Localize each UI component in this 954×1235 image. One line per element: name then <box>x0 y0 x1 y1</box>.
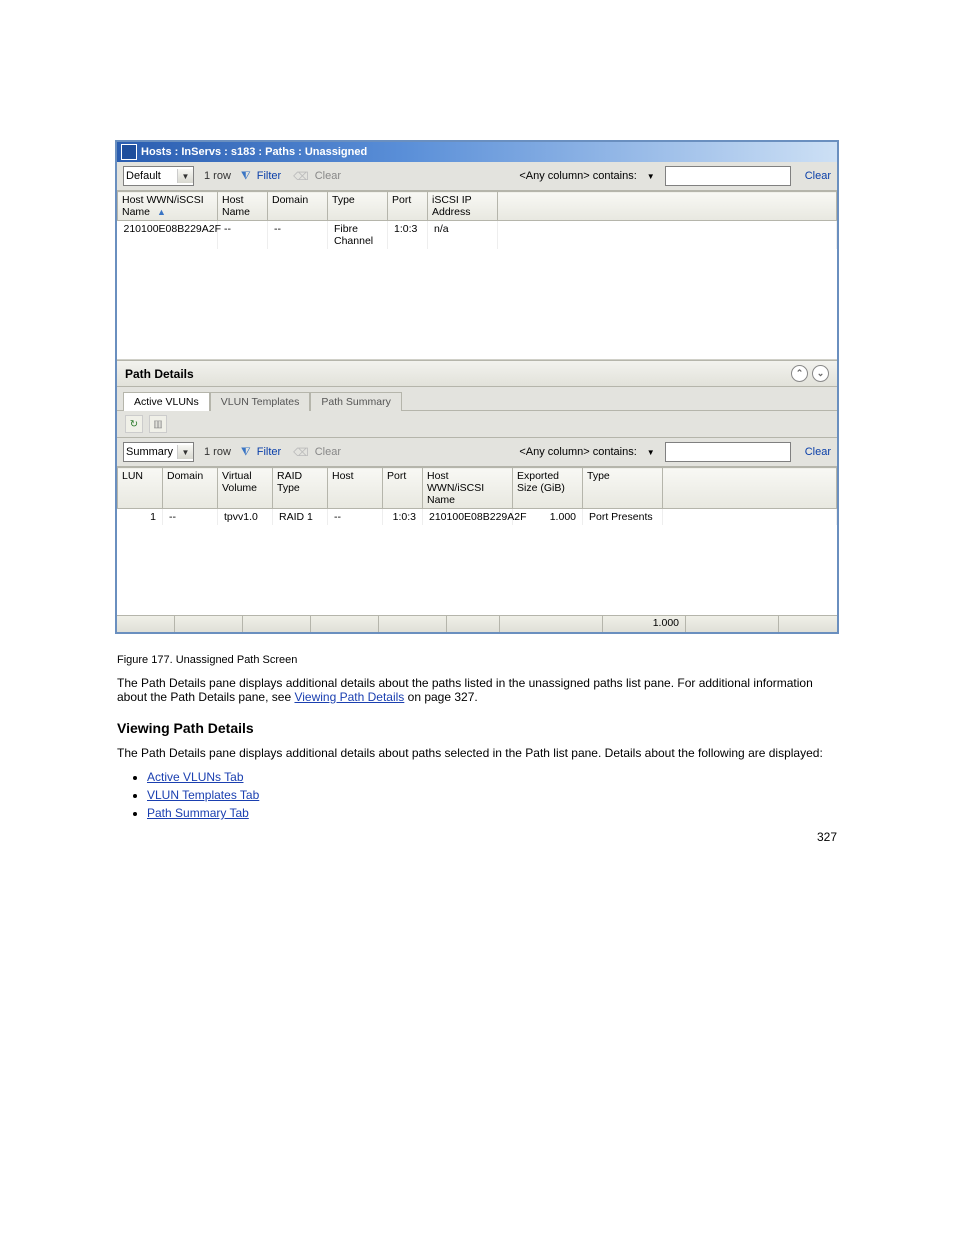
chevron-down-icon: ▼ <box>177 169 193 183</box>
page-number: 327 <box>117 830 837 844</box>
paths-table-body-space <box>117 249 837 360</box>
col-host-name[interactable]: Host Name <box>218 192 268 221</box>
figure-caption: Figure 177. Unassigned Path Screen <box>117 654 837 666</box>
list-item: Path Summary Tab <box>147 806 837 820</box>
section-heading: Viewing Path Details <box>117 720 837 736</box>
col-iscsi-ip[interactable]: iSCSI IP Address <box>428 192 498 221</box>
link-active-vluns-tab[interactable]: Active VLUNs Tab <box>147 770 244 784</box>
detail-tabs: Active VLUNs VLUN Templates Path Summary <box>117 387 837 411</box>
detail-row-count: 1 row <box>204 446 231 458</box>
clear-icon: ⌫ <box>293 446 309 459</box>
cell-lun: 1 <box>118 509 163 526</box>
detail-filter-link[interactable]: Filter <box>257 446 281 458</box>
cell-host-wwn: 210100E08B229A2F <box>118 221 218 250</box>
col-domain[interactable]: Domain <box>268 192 328 221</box>
cell-iscsi-ip: n/a <box>428 221 498 250</box>
path-details-header: Path Details ⌃ ⌄ <box>117 360 837 387</box>
tab-path-summary[interactable]: Path Summary <box>310 392 401 411</box>
tab-active-vluns[interactable]: Active VLUNs <box>123 392 210 411</box>
cell-detail-port: 1:0:3 <box>383 509 423 526</box>
col-wwn[interactable]: Host WWN/iSCSI Name <box>423 468 513 509</box>
detail-view-select[interactable]: Summary ▼ <box>123 442 194 462</box>
cell-raid: RAID 1 <box>273 509 328 526</box>
detail-search-scope: <Any column> contains: <box>519 446 636 458</box>
chevron-down-icon[interactable]: ▼ <box>647 448 655 457</box>
cell-host: -- <box>328 509 383 526</box>
clear-link[interactable]: Clear <box>315 170 341 182</box>
col-type[interactable]: Type <box>328 192 388 221</box>
table-row[interactable]: 1 -- tpvv1.0 RAID 1 -- 1:0:3 210100E08B2… <box>118 509 837 526</box>
table-row[interactable]: 210100E08B229A2F -- -- Fibre Channel 1:0… <box>118 221 837 250</box>
title-bar: Hosts : InServs : s183 : Paths : Unassig… <box>117 142 837 162</box>
view-select-value: Default <box>126 170 161 182</box>
cell-host-name: -- <box>218 221 268 250</box>
chevron-down-icon: ▼ <box>177 445 193 459</box>
cell-type: Fibre Channel <box>328 221 388 250</box>
detail-header-row: LUN Domain Virtual Volume RAID Type Host… <box>118 468 837 509</box>
expand-down-button[interactable]: ⌄ <box>812 365 829 382</box>
collapse-up-button[interactable]: ⌃ <box>791 365 808 382</box>
col-lun[interactable]: LUN <box>118 468 163 509</box>
row-count: 1 row <box>204 170 231 182</box>
col-port[interactable]: Port <box>388 192 428 221</box>
detail-search-clear[interactable]: Clear <box>805 446 831 458</box>
link-path-summary-tab[interactable]: Path Summary Tab <box>147 806 249 820</box>
col-host[interactable]: Host <box>328 468 383 509</box>
detail-clear-link[interactable]: Clear <box>315 446 341 458</box>
tab-vlun-templates[interactable]: VLUN Templates <box>210 392 311 411</box>
link-vlun-templates-tab[interactable]: VLUN Templates Tab <box>147 788 259 802</box>
col-raid[interactable]: RAID Type <box>273 468 328 509</box>
path-details-title: Path Details <box>125 367 194 381</box>
clear-icon: ⌫ <box>293 170 309 183</box>
detail-toolbar: Summary ▼ 1 row ⧨ Filter ⌫ Clear <Any co… <box>117 438 837 467</box>
chevron-down-icon[interactable]: ▼ <box>647 172 655 181</box>
filter-icon: ⧨ <box>241 170 251 183</box>
cell-port: 1:0:3 <box>388 221 428 250</box>
col-vtype[interactable]: Type <box>583 468 663 509</box>
window-title: Hosts : InServs : s183 : Paths : Unassig… <box>141 146 367 158</box>
col-detail-port[interactable]: Port <box>383 468 423 509</box>
export-icon[interactable]: ▥ <box>149 415 167 433</box>
app-icon <box>121 144 137 160</box>
cell-vv: tpvv1.0 <box>218 509 273 526</box>
detail-icon-toolbar: ↻ ▥ <box>117 411 837 438</box>
footer-total: 1.000 <box>603 616 686 632</box>
search-clear-link[interactable]: Clear <box>805 170 831 182</box>
app-window: Hosts : InServs : s183 : Paths : Unassig… <box>115 140 839 634</box>
col-exported[interactable]: Exported Size (GiB) <box>513 468 583 509</box>
detail-table-body-space <box>117 525 837 615</box>
list-item: Active VLUNs Tab <box>147 770 837 784</box>
document-body: Figure 177. Unassigned Path Screen The P… <box>117 654 837 844</box>
list-item: VLUN Templates Tab <box>147 788 837 802</box>
detail-table: LUN Domain Virtual Volume RAID Type Host… <box>117 467 837 525</box>
paragraph-2: The Path Details pane displays additiona… <box>117 746 837 760</box>
detail-view-select-value: Summary <box>126 446 173 458</box>
search-input[interactable] <box>665 166 791 186</box>
cell-wwn: 210100E08B229A2F <box>423 509 513 526</box>
filter-icon: ⧨ <box>241 446 251 459</box>
top-toolbar: Default ▼ 1 row ⧨ Filter ⌫ Clear <Any co… <box>117 162 837 191</box>
cell-detail-domain: -- <box>163 509 218 526</box>
col-blank <box>498 192 837 221</box>
paragraph-1: The Path Details pane displays additiona… <box>117 676 837 704</box>
col-detail-domain[interactable]: Domain <box>163 468 218 509</box>
refresh-icon[interactable]: ↻ <box>125 415 143 433</box>
view-select[interactable]: Default ▼ <box>123 166 194 186</box>
detail-search-input[interactable] <box>665 442 791 462</box>
search-scope-label: <Any column> contains: <box>519 170 636 182</box>
paths-table: Host WWN/iSCSI Name ▲ Host Name Domain T… <box>117 191 837 249</box>
cell-vtype: Port Presents <box>583 509 663 526</box>
col-vv[interactable]: Virtual Volume <box>218 468 273 509</box>
cell-domain: -- <box>268 221 328 250</box>
col-host-wwn[interactable]: Host WWN/iSCSI Name ▲ <box>118 192 218 221</box>
table-header-row: Host WWN/iSCSI Name ▲ Host Name Domain T… <box>118 192 837 221</box>
sort-asc-icon: ▲ <box>157 207 166 217</box>
link-viewing-path-details[interactable]: Viewing Path Details <box>294 690 404 704</box>
detail-footer: 1.000 <box>117 615 837 632</box>
filter-link[interactable]: Filter <box>257 170 281 182</box>
detail-links-list: Active VLUNs Tab VLUN Templates Tab Path… <box>117 770 837 820</box>
